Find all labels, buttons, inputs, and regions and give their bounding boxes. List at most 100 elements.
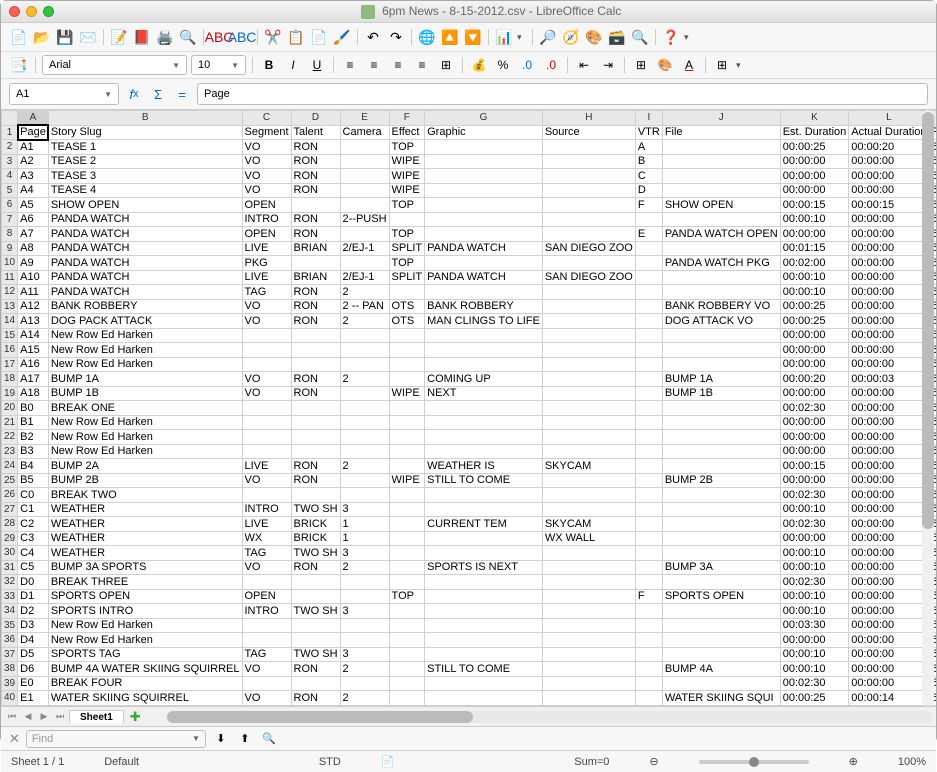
cell[interactable]: 00:00:00: [780, 154, 849, 169]
cell[interactable]: [542, 386, 635, 401]
cell[interactable]: WIPE: [389, 154, 425, 169]
cell[interactable]: [635, 488, 662, 503]
cell[interactable]: RON: [291, 169, 340, 184]
cell[interactable]: OPEN: [242, 227, 291, 242]
cell[interactable]: BUMP 2A: [48, 459, 242, 474]
cell[interactable]: New Row Ed Harken: [48, 357, 242, 372]
cell[interactable]: [635, 328, 662, 343]
cell[interactable]: [291, 328, 340, 343]
cell[interactable]: [389, 444, 425, 459]
cell[interactable]: [242, 444, 291, 459]
cell[interactable]: [425, 328, 543, 343]
filter-button[interactable]: 🔎: [538, 27, 558, 47]
cell[interactable]: New Row Ed Harken: [48, 328, 242, 343]
row-header[interactable]: 20: [2, 401, 18, 416]
cell[interactable]: 00:00:10: [780, 604, 849, 619]
cell[interactable]: WEATHER IS: [425, 459, 543, 474]
cell[interactable]: B1: [18, 415, 49, 430]
cell[interactable]: TWO SH: [291, 604, 340, 619]
find-input[interactable]: Find ▼: [26, 730, 206, 748]
cell[interactable]: [425, 343, 543, 358]
prev-tab-button[interactable]: ◀: [21, 710, 35, 724]
cell[interactable]: [242, 676, 291, 691]
cell[interactable]: 00:00:10: [780, 270, 849, 285]
cell[interactable]: TOP: [389, 227, 425, 242]
cell[interactable]: [635, 473, 662, 488]
cell[interactable]: [425, 154, 543, 169]
cell[interactable]: [389, 328, 425, 343]
cell[interactable]: [242, 357, 291, 372]
cell[interactable]: [340, 357, 389, 372]
cell[interactable]: A18: [18, 386, 49, 401]
cell[interactable]: A17: [18, 372, 49, 387]
cell[interactable]: [662, 343, 780, 358]
cell[interactable]: [340, 589, 389, 604]
cell[interactable]: STILL TO COME: [425, 662, 543, 677]
cell[interactable]: [291, 676, 340, 691]
cell[interactable]: RON: [291, 183, 340, 198]
cell[interactable]: [389, 633, 425, 648]
cell[interactable]: BRIAN: [291, 270, 340, 285]
cell[interactable]: Est. Duration: [780, 125, 849, 140]
cell[interactable]: 2: [340, 662, 389, 677]
cell[interactable]: [242, 618, 291, 633]
cell[interactable]: 2: [340, 372, 389, 387]
row-header[interactable]: 9: [2, 241, 18, 256]
cell[interactable]: [340, 227, 389, 242]
email-button[interactable]: ✉️: [78, 27, 98, 47]
cell[interactable]: [425, 546, 543, 561]
find-prev-button[interactable]: ⬆: [236, 730, 254, 748]
cell[interactable]: [389, 604, 425, 619]
cell[interactable]: 00:00:00: [849, 647, 929, 662]
cell[interactable]: BANK ROBBERY: [48, 299, 242, 314]
cell[interactable]: RON: [291, 662, 340, 677]
cell[interactable]: [542, 299, 635, 314]
cell[interactable]: 00:00:00: [849, 357, 929, 372]
cell[interactable]: A8: [18, 241, 49, 256]
cell[interactable]: [635, 691, 662, 706]
cell[interactable]: 00:01:15: [780, 241, 849, 256]
cell[interactable]: [340, 401, 389, 416]
cell[interactable]: New Row Ed Harken: [48, 415, 242, 430]
undo-button[interactable]: ↶: [363, 27, 383, 47]
cell[interactable]: [542, 604, 635, 619]
last-tab-button[interactable]: ⏭: [53, 710, 67, 724]
spellcheck-button[interactable]: ABC: [209, 27, 229, 47]
cell[interactable]: 00:00:00: [849, 183, 929, 198]
cell[interactable]: SKYCAM: [542, 459, 635, 474]
cell[interactable]: RON: [291, 154, 340, 169]
row-header[interactable]: 15: [2, 328, 18, 343]
cell[interactable]: 00:00:00: [780, 633, 849, 648]
cell[interactable]: [389, 560, 425, 575]
column-header[interactable]: J: [662, 111, 780, 126]
cell[interactable]: RON: [291, 459, 340, 474]
cell[interactable]: TEASE 4: [48, 183, 242, 198]
cell[interactable]: 00:00:00: [849, 633, 929, 648]
cell[interactable]: [542, 575, 635, 590]
cell[interactable]: WIPE: [389, 473, 425, 488]
cell[interactable]: TAG: [242, 647, 291, 662]
cell[interactable]: TWO SH: [291, 546, 340, 561]
align-justify-button[interactable]: ≡: [412, 55, 432, 75]
cell[interactable]: VO: [242, 140, 291, 155]
open-button[interactable]: 📂: [32, 27, 52, 47]
cell[interactable]: A14: [18, 328, 49, 343]
cell[interactable]: D4: [18, 633, 49, 648]
cell[interactable]: [635, 502, 662, 517]
cell[interactable]: WATER SKIING SQUIRREL: [48, 691, 242, 706]
cell[interactable]: [291, 415, 340, 430]
cell[interactable]: 00:00:15: [780, 459, 849, 474]
cell[interactable]: E1: [18, 691, 49, 706]
cell[interactable]: Graphic: [425, 125, 543, 140]
cell[interactable]: SPORTS OPEN: [662, 589, 780, 604]
cell[interactable]: C5: [18, 560, 49, 575]
cell[interactable]: 2: [340, 560, 389, 575]
cell[interactable]: 00:00:00: [849, 560, 929, 575]
cell[interactable]: [635, 444, 662, 459]
column-header[interactable]: C: [242, 111, 291, 126]
cell[interactable]: [340, 328, 389, 343]
cell[interactable]: WX: [242, 531, 291, 546]
cell[interactable]: [425, 488, 543, 503]
cell[interactable]: [542, 285, 635, 300]
cell[interactable]: BUMP 2B: [662, 473, 780, 488]
